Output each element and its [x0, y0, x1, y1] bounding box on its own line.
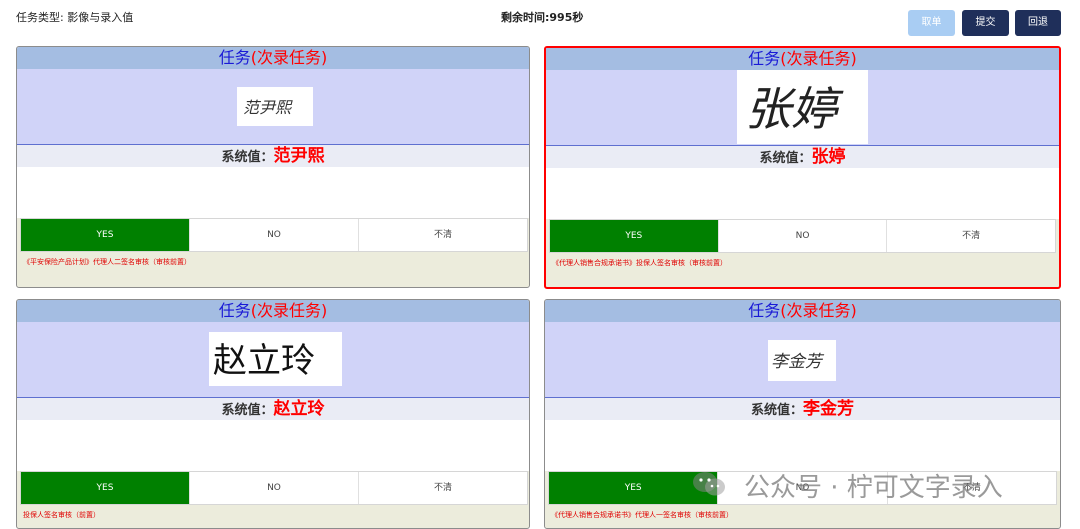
signature-image: 范尹熙: [237, 87, 313, 126]
system-value: 范尹熙: [273, 146, 325, 166]
remaining-time: 剩余时间:995秒: [501, 11, 584, 24]
yes-option[interactable]: YES: [21, 472, 190, 504]
card-title-main: 任务: [218, 48, 251, 67]
signature-image-area: 范尹熙: [17, 69, 529, 145]
system-value: 张婷: [811, 147, 846, 167]
system-value-label: 系统值：: [759, 151, 812, 166]
card-title-sub: (次录任务): [780, 49, 857, 68]
wechat-icon: [692, 470, 726, 498]
system-value-label: 系统值：: [750, 403, 803, 418]
signature-image-area: 张婷: [546, 70, 1059, 146]
top-bar: 任务类型: 影像与录入值 剩余时间:995秒 取单 提交 回退: [0, 0, 1080, 42]
task-type-label: 任务类型: 影像与录入值: [16, 11, 134, 24]
rollback-button[interactable]: 回退: [1015, 10, 1061, 36]
card-title: 任务(次录任务): [17, 300, 529, 322]
card-title-sub: (次录任务): [250, 48, 328, 67]
input-area: [17, 167, 529, 218]
watermark-text: 公众号 · 柠可文字录入: [744, 473, 1003, 503]
signature-text: 范尹熙: [243, 98, 293, 117]
card-note: 《代理人销售合规承诺书》投保人签名审核（审核前置）: [552, 259, 727, 267]
signature-image-area: 赵立玲: [17, 322, 529, 398]
input-area: [546, 168, 1059, 219]
card-title-sub: (次录任务): [250, 301, 328, 320]
card-title-main: 任务: [748, 49, 781, 68]
system-value-row: 系统值：赵立玲: [17, 398, 529, 420]
no-option[interactable]: NO: [190, 472, 359, 504]
card-title: 任务(次录任务): [546, 48, 1059, 70]
card-title: 任务(次录任务): [17, 47, 529, 69]
choice-group: YES NO 不清: [20, 218, 528, 252]
task-card-selected[interactable]: 任务(次录任务) 张婷 系统值：张婷 YES NO 不清 《代理人销售合规承诺书…: [544, 46, 1061, 289]
input-area: [17, 420, 529, 471]
no-option[interactable]: NO: [719, 220, 888, 252]
signature-image-area: 李金芳: [545, 322, 1060, 398]
card-note: 《平安保险产品计划》代理人二签名审核（审核前置）: [23, 258, 191, 266]
input-area: [545, 420, 1060, 471]
unclear-option[interactable]: 不清: [359, 472, 527, 504]
task-card[interactable]: 任务(次录任务) 赵立玲 系统值：赵立玲 YES NO 不清 投保人签名审核（前…: [16, 299, 530, 529]
system-value: 赵立玲: [273, 399, 325, 419]
system-value-row: 系统值：张婷: [546, 146, 1059, 168]
signature-image: 赵立玲: [209, 332, 342, 386]
task-card[interactable]: 任务(次录任务) 范尹熙 系统值：范尹熙 YES NO 不清 《平安保险产品计划…: [16, 46, 530, 288]
system-value-row: 系统值：李金芳: [545, 398, 1060, 420]
unclear-option[interactable]: 不清: [887, 220, 1055, 252]
system-value-label: 系统值：: [221, 150, 274, 165]
system-value-row: 系统值：范尹熙: [17, 145, 529, 167]
choice-group: YES NO 不清: [549, 219, 1056, 253]
signature-text: 赵立玲: [213, 341, 315, 381]
choice-group: YES NO 不清: [20, 471, 528, 505]
system-value: 李金芳: [803, 399, 854, 419]
card-title: 任务(次录任务): [545, 300, 1060, 322]
card-note: 投保人签名审核（前置）: [23, 511, 100, 519]
no-option[interactable]: NO: [190, 219, 359, 251]
signature-image: 李金芳: [768, 340, 836, 381]
yes-option[interactable]: YES: [550, 220, 719, 252]
system-value-label: 系统值：: [221, 403, 274, 418]
signature-image: 张婷: [737, 70, 868, 144]
card-note: 《代理人销售合规承诺书》代理人一签名审核（审核前置）: [551, 511, 733, 519]
unclear-option[interactable]: 不清: [359, 219, 527, 251]
cancel-order-button[interactable]: 取单: [908, 10, 955, 36]
signature-text: 张婷: [745, 82, 844, 136]
signature-text: 李金芳: [771, 352, 825, 372]
submit-button[interactable]: 提交: [962, 10, 1009, 36]
card-title-sub: (次录任务): [780, 301, 857, 320]
card-title-main: 任务: [218, 301, 251, 320]
card-title-main: 任务: [748, 301, 781, 320]
yes-option[interactable]: YES: [21, 219, 190, 251]
